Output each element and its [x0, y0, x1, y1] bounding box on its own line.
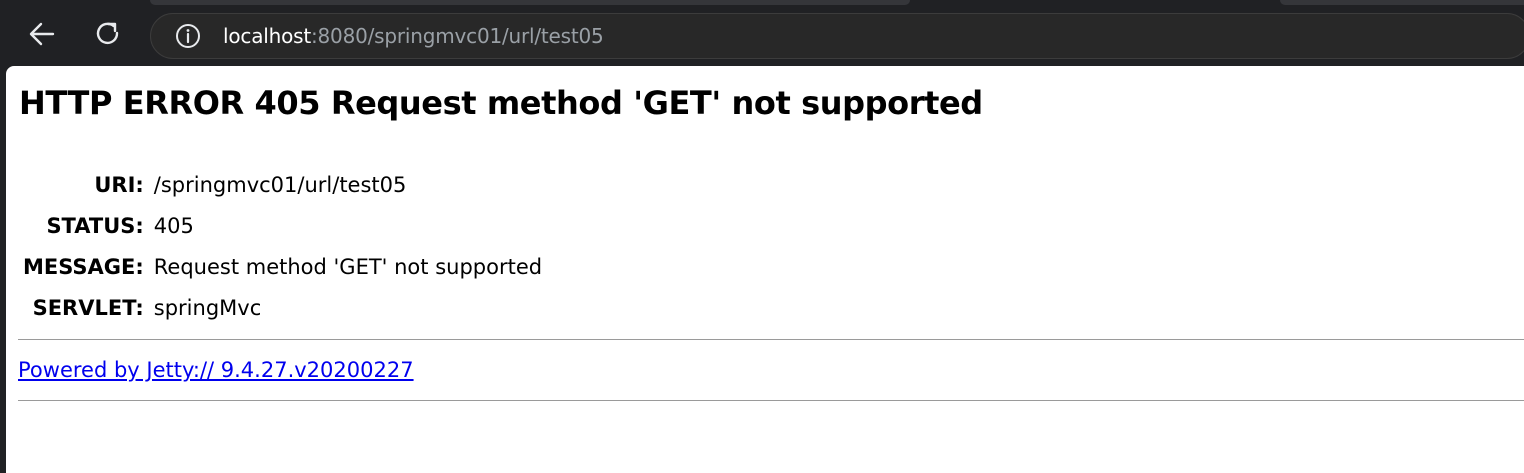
divider	[18, 400, 1524, 401]
error-info-table: URI: /springmvc01/url/test05 STATUS: 405…	[19, 164, 542, 328]
row-value: Request method 'GET' not supported	[153, 254, 543, 279]
row-label: SERVLET:	[32, 295, 144, 320]
reload-icon	[94, 20, 122, 53]
back-arrow-icon	[28, 20, 56, 53]
active-tab-edge	[150, 0, 910, 5]
info-icon[interactable]	[175, 23, 201, 49]
reload-button[interactable]	[92, 20, 124, 52]
divider	[18, 339, 1524, 340]
table-row: URI: /springmvc01/url/test05	[19, 164, 542, 205]
row-label: URI:	[94, 172, 144, 197]
url-text[interactable]: localhost:8080/springmvc01/url/test05	[223, 24, 604, 48]
address-bar[interactable]: localhost:8080/springmvc01/url/test05	[150, 13, 1524, 59]
row-value: springMvc	[153, 295, 262, 320]
browser-toolbar: localhost:8080/springmvc01/url/test05	[0, 0, 1524, 66]
table-row: SERVLET: springMvc	[19, 287, 542, 328]
table-row: MESSAGE: Request method 'GET' not suppor…	[19, 246, 542, 287]
url-host: localhost	[223, 24, 311, 48]
row-label: MESSAGE:	[23, 254, 144, 279]
table-row: STATUS: 405	[19, 205, 542, 246]
row-label: STATUS:	[46, 213, 144, 238]
page-content: HTTP ERROR 405 Request method 'GET' not …	[6, 66, 1524, 473]
powered-by-link[interactable]: Powered by Jetty:// 9.4.27.v20200227	[18, 358, 414, 382]
url-path: :8080/springmvc01/url/test05	[310, 24, 604, 48]
inactive-tab-edge	[1280, 0, 1524, 5]
back-button[interactable]	[26, 20, 58, 52]
error-heading: HTTP ERROR 405 Request method 'GET' not …	[19, 84, 983, 122]
row-value: /springmvc01/url/test05	[153, 172, 407, 197]
row-value: 405	[153, 213, 194, 238]
